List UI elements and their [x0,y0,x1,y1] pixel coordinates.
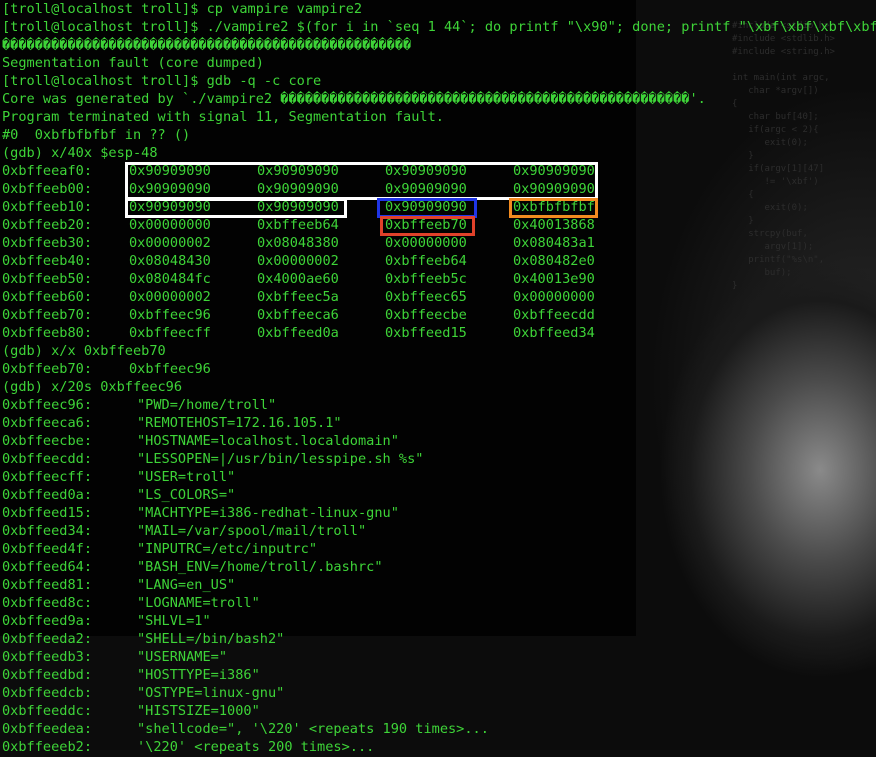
string-address: 0xbffeecdd: [2,451,93,467]
memory-address: 0xbffeeb60: [2,289,93,305]
memory-word: 0x00000002 [129,289,211,305]
highlight-box-nop-sled [125,162,598,200]
string-address: 0xbffeeca6: [2,415,93,431]
highlight-box-ret [509,198,598,218]
string-value: "HOSTTYPE=i386" [137,667,260,683]
memory-word: 0xbffeed15 [385,325,467,341]
memory-word: 0x080483a1 [513,235,595,251]
memory-word: 0xbffeec65 [385,289,467,305]
string-value: "LESSOPEN=|/usr/bin/lesspipe.sh %s" [137,451,424,467]
gdb-command-line: (gdb) x/20s 0xbffeec96 [2,379,183,395]
string-address: 0xbffeed64: [2,559,93,575]
memory-word: 0xbffeec96 [129,361,211,377]
memory-word: 0x00000002 [129,235,211,251]
memory-word: 0xbffeec96 [129,307,211,323]
string-address: 0xbffeed81: [2,577,93,593]
terminal-line: [troll@localhost troll]$ gdb -q -c core [2,73,322,89]
memory-address: 0xbffeeb70: [2,361,93,377]
string-address: 0xbffeeddc: [2,703,93,719]
string-value: "OSTYPE=linux-gnu" [137,685,285,701]
string-value: "USERNAME=" [137,649,228,665]
memory-word: 0x00000000 [129,217,211,233]
string-value: '\220' <repeats 200 times>... [137,739,375,755]
highlight-box-nop-sled-tail [125,198,347,218]
string-address: 0xbffeedea: [2,721,93,737]
highlight-box-argv [380,216,475,236]
memory-word: 0xbffeeb5c [385,271,467,287]
string-value: "REMOTEHOST=172.16.105.1" [137,415,342,431]
terminal-line: [troll@localhost troll]$ ./vampire2 $(fo… [2,19,876,35]
memory-word: 0xbffeed0a [257,325,339,341]
terminal-line: [troll@localhost troll]$ cp vampire vamp… [2,1,363,17]
terminal-line: ����������������������������������������… [2,37,412,53]
memory-word: 0xbffeeca6 [257,307,339,323]
string-value: "LANG=en_US" [137,577,236,593]
string-address: 0xbffeed9a: [2,613,93,629]
string-value: "INPUTRC=/etc/inputrc" [137,541,318,557]
string-address: 0xbffeeeb2: [2,739,93,755]
memory-word: 0x00000000 [513,289,595,305]
memory-word: 0xbffeed34 [513,325,595,341]
memory-word: 0x08048430 [129,253,211,269]
memory-word: 0x08048380 [257,235,339,251]
memory-word: 0xbffeecff [129,325,211,341]
string-value: "shellcode=", '\220' <repeats 190 times>… [137,721,489,737]
memory-address: 0xbffeeb70: [2,307,93,323]
memory-word: 0xbffeecbe [385,307,467,323]
memory-address: 0xbffeeb80: [2,325,93,341]
string-value: "SHELL=/bin/bash2" [137,631,285,647]
string-address: 0xbffeed34: [2,523,93,539]
memory-address: 0xbffeeb10: [2,199,93,215]
string-address: 0xbffeecbe: [2,433,93,449]
memory-address: 0xbffeeb00: [2,181,93,197]
string-value: "USER=troll" [137,469,236,485]
string-value: "HISTSIZE=1000" [137,703,260,719]
memory-word: 0x40013868 [513,217,595,233]
highlight-box-sfp [377,198,477,218]
memory-word: 0x080482e0 [513,253,595,269]
string-value: "HOSTNAME=localhost.localdomain" [137,433,399,449]
gdb-command-line: (gdb) x/x 0xbffeeb70 [2,343,166,359]
memory-word: 0x00000000 [385,235,467,251]
memory-word: 0x4000ae60 [257,271,339,287]
string-value: "PWD=/home/troll" [137,397,277,413]
string-address: 0xbffeed8c: [2,595,93,611]
string-address: 0xbffeed0a: [2,487,93,503]
memory-word: 0x00000002 [257,253,339,269]
terminal-output[interactable]: [troll@localhost troll]$ cp vampire vamp… [0,0,876,757]
string-address: 0xbffeedbd: [2,667,93,683]
memory-address: 0xbffeeb50: [2,271,93,287]
string-value: "MACHTYPE=i386-redhat-linux-gnu" [137,505,399,521]
memory-address: 0xbffeeb30: [2,235,93,251]
string-value: "BASH_ENV=/home/troll/.bashrc" [137,559,383,575]
string-address: 0xbffeed4f: [2,541,93,557]
string-value: "MAIL=/var/spool/mail/troll" [137,523,367,539]
string-value: "LOGNAME=troll" [137,595,260,611]
terminal-line: #0 0xbfbfbfbf in ?? () [2,127,191,143]
terminal-line: Segmentation fault (core dumped) [2,55,264,71]
memory-address: 0xbffeeaf0: [2,163,93,179]
string-address: 0xbffeedb3: [2,649,93,665]
string-address: 0xbffeed15: [2,505,93,521]
memory-word: 0xbffeec5a [257,289,339,305]
string-address: 0xbffeeda2: [2,631,93,647]
memory-address: 0xbffeeb40: [2,253,93,269]
string-address: 0xbffeedcb: [2,685,93,701]
string-value: "SHLVL=1" [137,613,211,629]
memory-word: 0x080484fc [129,271,211,287]
memory-address: 0xbffeeb20: [2,217,93,233]
terminal-line: (gdb) x/40x $esp-48 [2,145,158,161]
memory-word: 0xbffeeb64 [385,253,467,269]
memory-word: 0xbffeeb64 [257,217,339,233]
string-address: 0xbffeec96: [2,397,93,413]
memory-word: 0xbffeecdd [513,307,595,323]
terminal-line: Program terminated with signal 11, Segme… [2,109,444,125]
string-value: "LS_COLORS=" [137,487,236,503]
terminal-line: Core was generated by `./vampire2 ������… [2,91,706,107]
memory-word: 0x40013e90 [513,271,595,287]
string-address: 0xbffeecff: [2,469,93,485]
